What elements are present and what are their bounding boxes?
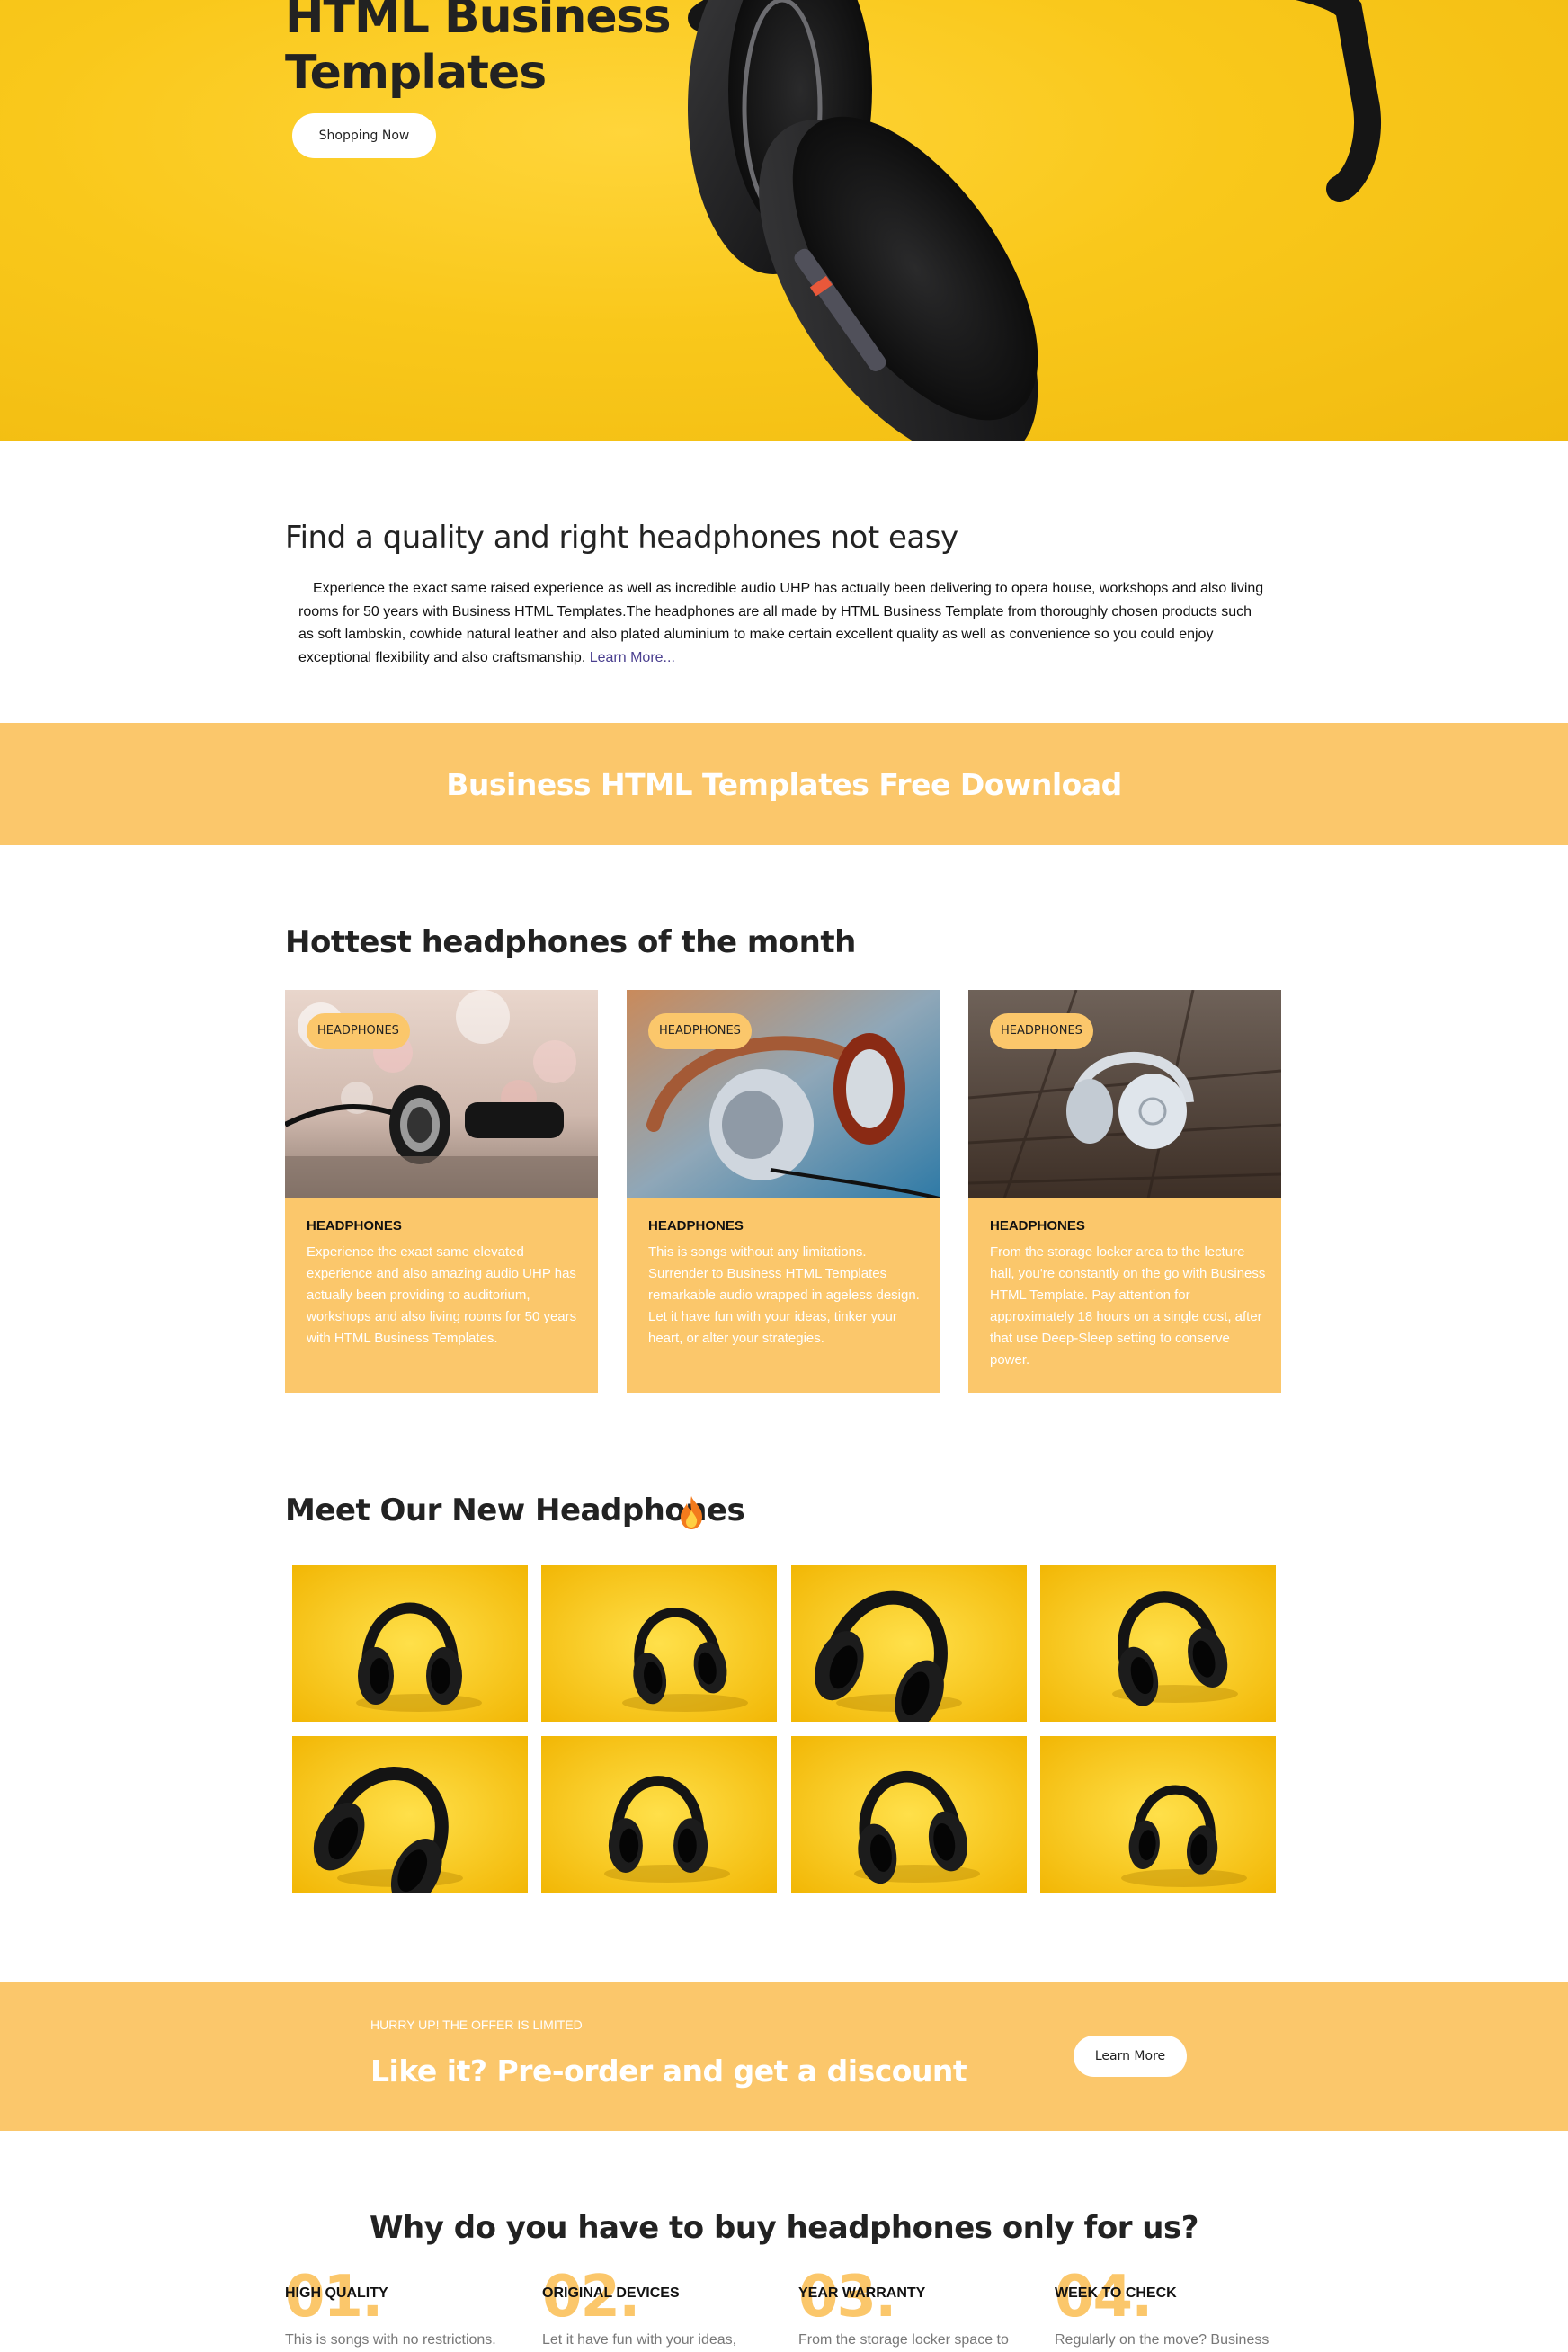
feature-text: Let it have fun with your ideas, [542, 2332, 737, 2348]
card-text: Experience the exact same elevated exper… [307, 1244, 577, 1346]
headphone-photo-5[interactable] [292, 1736, 528, 1893]
feature-text: From the storage locker space to [798, 2332, 1009, 2348]
offer-kicker: HURRY UP! THE OFFER IS LIMITED [370, 2018, 583, 2032]
download-banner: Business HTML Templates Free Download [0, 723, 1568, 845]
shopping-now-button[interactable]: Shopping Now [292, 113, 436, 158]
card-title: HEADPHONES [307, 1218, 402, 1234]
product-photo-3: HEADPHONES [968, 990, 1281, 1198]
headphone-photo-4[interactable] [1040, 1565, 1276, 1722]
about-text: Experience the exact same raised experie… [298, 581, 1264, 665]
learn-more-link[interactable]: Learn More... [590, 650, 675, 665]
feature-item: 01. HIGH QUALITY This is songs with no r… [285, 2266, 528, 2352]
feature-text: This is songs with no restrictions. [285, 2332, 496, 2348]
feature-title: HIGH QUALITY [285, 2285, 388, 2301]
card-tag: HEADPHONES [990, 1013, 1093, 1049]
hero-section: HTML Business Templates Shopping Now [0, 0, 1568, 441]
product-photo-2: HEADPHONES [627, 990, 940, 1198]
learn-more-button[interactable]: Learn More [1074, 2036, 1187, 2077]
offer-banner: HURRY UP! THE OFFER IS LIMITED Like it? … [0, 1982, 1568, 2131]
feature-item: 03. YEAR WARRANTY From the storage locke… [798, 2266, 1041, 2352]
product-card[interactable]: HEADPHONES HEADPHONES From the storage l… [968, 990, 1281, 1393]
why-heading: Why do you have to buy headphones only f… [370, 2210, 1198, 2246]
hero-title: HTML Business Templates [285, 0, 672, 100]
feature-title: ORIGINAL DEVICES [542, 2285, 680, 2301]
card-text: This is songs without any limitations. S… [648, 1244, 920, 1346]
hero-headphones-image [688, 0, 1381, 441]
headphone-photo-7[interactable] [791, 1736, 1027, 1893]
headphone-photo-8[interactable] [1040, 1736, 1276, 1893]
about-paragraph: Experience the exact same raised experie… [298, 577, 1270, 669]
product-photo-1: HEADPHONES [285, 990, 598, 1198]
product-card[interactable]: HEADPHONES HEADPHONES Experience the exa… [285, 990, 598, 1393]
feature-item: 02. ORIGINAL DEVICES Let it have fun wit… [542, 2266, 785, 2352]
card-tag: HEADPHONES [648, 1013, 752, 1049]
banner-text: Business HTML Templates Free Download [446, 766, 1122, 802]
hottest-heading: Hottest headphones of the month [285, 924, 856, 960]
headphone-photo-1[interactable] [292, 1565, 528, 1722]
headphone-photo-2[interactable] [541, 1565, 777, 1722]
headphone-photo-3[interactable] [791, 1565, 1027, 1722]
card-title: HEADPHONES [648, 1218, 744, 1234]
offer-title: Like it? Pre-order and get a discount [370, 2054, 967, 2089]
feature-item: 04. WEEK TO CHECK Regularly on the move?… [1055, 2266, 1297, 2352]
product-card[interactable]: HEADPHONES HEADPHONES This is songs with… [627, 990, 940, 1393]
fire-icon [681, 1496, 702, 1529]
card-text: From the storage locker area to the lect… [990, 1244, 1266, 1368]
feature-text: Regularly on the move? Business [1055, 2332, 1270, 2348]
card-title: HEADPHONES [990, 1218, 1085, 1234]
feature-title: WEEK TO CHECK [1055, 2285, 1177, 2301]
headphone-photo-6[interactable] [541, 1736, 777, 1893]
card-tag: HEADPHONES [307, 1013, 410, 1049]
about-heading: Find a quality and right headphones not … [285, 520, 958, 556]
feature-title: YEAR WARRANTY [798, 2285, 926, 2301]
meet-heading: Meet Our New Headphones [285, 1492, 745, 1528]
